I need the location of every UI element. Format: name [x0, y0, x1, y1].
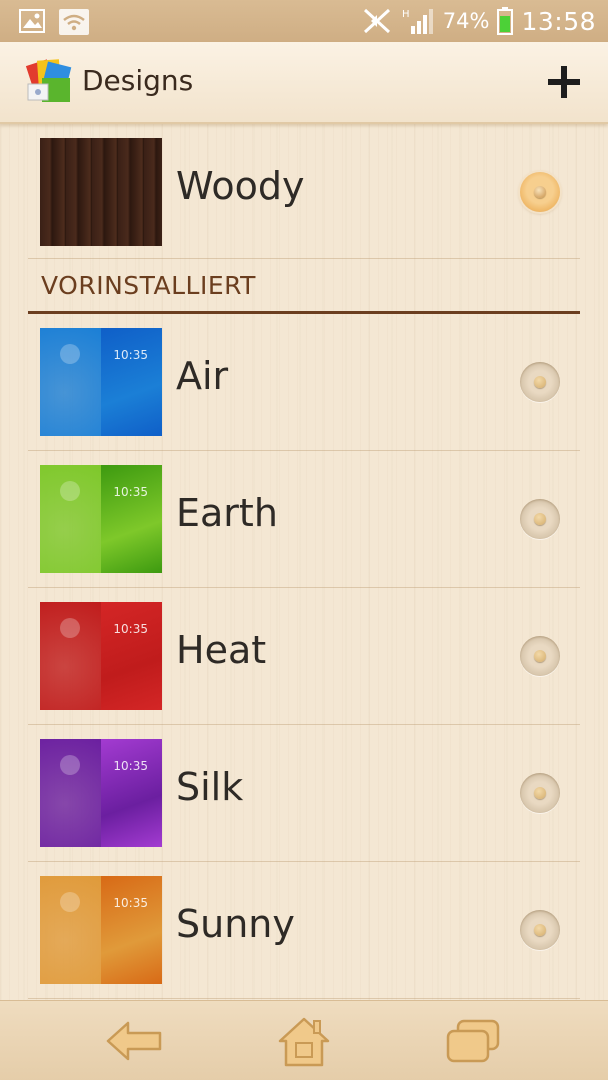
theme-list: Woody VORINSTALLIERT 10:35 Air 10:35 Earth 1… — [28, 124, 580, 999]
lock-icon — [60, 481, 80, 501]
thumbnail-clock: 10:35 — [113, 485, 148, 499]
thumbnail-homescreen: 10:35 — [101, 602, 162, 710]
nfc-icon — [363, 8, 390, 34]
thumbnail-homescreen: 10:35 — [101, 876, 162, 984]
thumbnail-lockscreen — [40, 739, 101, 847]
battery-icon — [497, 7, 514, 35]
action-bar: Designs — [0, 42, 608, 124]
svg-text:H: H — [402, 9, 410, 20]
lock-icon — [60, 892, 80, 912]
themes-app-icon — [25, 59, 72, 102]
thumbnail-lockscreen — [40, 328, 101, 436]
thumbnail-lockscreen — [40, 465, 101, 573]
signal-icon: H — [402, 9, 433, 34]
recent-apps-icon[interactable] — [442, 1013, 506, 1069]
radio-dot — [534, 924, 546, 936]
lock-icon — [60, 755, 80, 775]
theme-row-air[interactable]: 10:35 Air — [28, 314, 580, 451]
thumbnail-clock: 10:35 — [113, 896, 148, 910]
radio-earth[interactable] — [520, 499, 560, 539]
theme-label-silk: Silk — [176, 765, 244, 809]
section-header-preinstalled: VORINSTALLIERT — [28, 259, 580, 314]
theme-label-sunny: Sunny — [176, 902, 295, 946]
theme-row-heat[interactable]: 10:35 Heat — [28, 588, 580, 725]
radio-air[interactable] — [520, 362, 560, 402]
radio-heat[interactable] — [520, 636, 560, 676]
thumbnail-clock: 10:35 — [113, 348, 148, 362]
theme-row-earth[interactable]: 10:35 Earth — [28, 451, 580, 588]
radio-selected-woody[interactable] — [520, 172, 560, 212]
theme-label-earth: Earth — [176, 491, 278, 535]
theme-label-heat: Heat — [176, 628, 267, 672]
image-notification-icon — [19, 9, 45, 33]
lock-icon — [60, 618, 80, 638]
radio-dot — [534, 376, 546, 388]
back-arrow-icon[interactable] — [102, 1013, 166, 1069]
theme-row-sunny[interactable]: 10:35 Sunny — [28, 862, 580, 999]
lock-icon — [60, 344, 80, 364]
navigation-bar — [0, 1000, 608, 1080]
section-header-label: VORINSTALLIERT — [41, 271, 256, 300]
thumbnail-clock: 10:35 — [113, 759, 148, 773]
sunny-thumbnail: 10:35 — [40, 876, 162, 984]
status-right: H 74% 13:58 — [361, 0, 596, 42]
woody-thumbnail — [40, 138, 162, 246]
heat-thumbnail: 10:35 — [40, 602, 162, 710]
plus-icon[interactable] — [542, 60, 586, 104]
page-title: Designs — [82, 64, 194, 97]
theme-row-silk[interactable]: 10:35 Silk — [28, 725, 580, 862]
thumbnail-homescreen: 10:35 — [101, 739, 162, 847]
theme-label-woody: Woody — [176, 164, 305, 208]
wifi-icon — [59, 9, 89, 35]
status-bar: H 74% 13:58 — [0, 0, 608, 42]
theme-label-air: Air — [176, 354, 229, 398]
radio-silk[interactable] — [520, 773, 560, 813]
thumbnail-homescreen: 10:35 — [101, 465, 162, 573]
home-icon[interactable] — [272, 1013, 336, 1069]
battery-percent: 74% — [442, 9, 490, 33]
air-thumbnail: 10:35 — [40, 328, 162, 436]
radio-sunny[interactable] — [520, 910, 560, 950]
notification-icons — [18, 8, 90, 36]
status-time: 13:58 — [521, 6, 596, 36]
radio-dot — [534, 513, 546, 525]
thumbnail-lockscreen — [40, 876, 101, 984]
earth-thumbnail: 10:35 — [40, 465, 162, 573]
radio-dot — [534, 186, 546, 198]
thumbnail-clock: 10:35 — [113, 622, 148, 636]
thumbnail-homescreen: 10:35 — [101, 328, 162, 436]
radio-dot — [534, 787, 546, 799]
theme-row-woody[interactable]: Woody — [28, 124, 580, 259]
thumbnail-lockscreen — [40, 602, 101, 710]
radio-dot — [534, 650, 546, 662]
silk-thumbnail: 10:35 — [40, 739, 162, 847]
